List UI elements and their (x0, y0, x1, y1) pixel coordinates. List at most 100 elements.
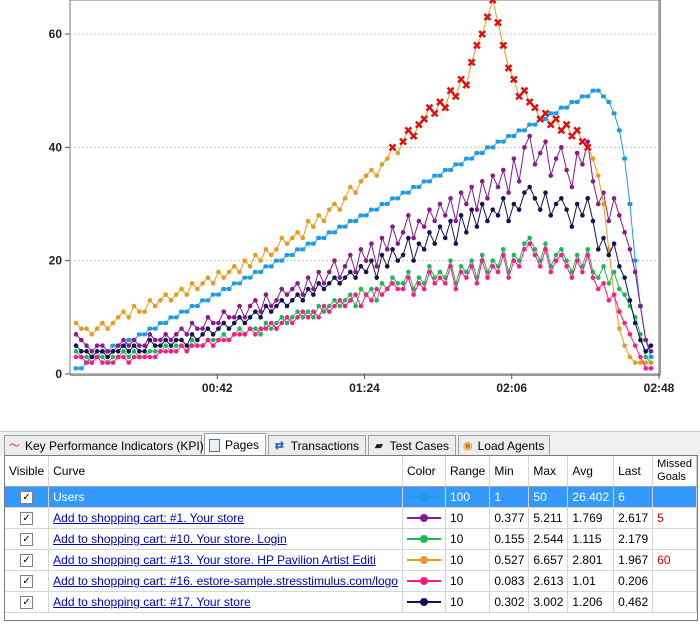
visible-checkbox[interactable]: ✓ (20, 553, 34, 567)
data-point (137, 309, 142, 314)
data-point (427, 230, 432, 235)
data-point (242, 275, 248, 280)
data-point (632, 320, 638, 326)
data-point (284, 315, 290, 320)
col-avg[interactable]: Avg (567, 456, 615, 487)
x-tick-label: 00:42 (202, 381, 233, 395)
color-cell[interactable] (402, 507, 446, 529)
min-cell: 0.377 (489, 507, 530, 529)
visible-checkbox[interactable]: ✓ (20, 595, 34, 609)
data-point (126, 343, 132, 348)
color-cell[interactable] (402, 591, 446, 613)
data-point (242, 320, 248, 326)
curve-link[interactable]: Add to shopping cart: #10. Your store. L… (53, 532, 287, 546)
visible-checkbox[interactable]: ✓ (20, 490, 34, 504)
col-min[interactable]: Min (489, 456, 530, 487)
tab-pages[interactable]: Pages (204, 433, 266, 456)
data-point (126, 315, 132, 320)
tab-kpi[interactable]: 〜 Key Performance Indicators (KPI) (4, 435, 204, 455)
col-curve[interactable]: Curve (48, 456, 403, 487)
col-range[interactable]: Range (445, 456, 491, 487)
visible-checkbox[interactable]: ✓ (20, 574, 34, 588)
data-point (648, 366, 654, 371)
data-point (432, 173, 438, 178)
curve-link[interactable]: Add to shopping cart: #13. Your store. H… (53, 553, 376, 567)
curve-link[interactable]: Users (53, 490, 84, 504)
tab-load-agents[interactable]: ◉ Load Agents (458, 435, 550, 455)
data-point (226, 269, 232, 275)
data-point (453, 162, 459, 167)
data-point (242, 315, 248, 320)
chart-area: 0 20 40 60 00:42 01:24 02:06 02:48 (0, 0, 700, 420)
color-cell[interactable] (402, 570, 446, 592)
range-cell[interactable]: 10 (445, 591, 491, 613)
data-point (522, 145, 527, 150)
table-row[interactable]: ✓ Add to shopping cart: #1. Your store 10 0… (5, 507, 697, 529)
data-point (268, 252, 274, 258)
color-cell[interactable] (402, 486, 446, 508)
data-point (78, 326, 84, 331)
range-cell[interactable]: 10 (445, 528, 491, 550)
data-point (495, 213, 501, 218)
data-point (437, 201, 443, 207)
table-row[interactable]: ✓ Users 100 1 50 26.402 6 (5, 486, 697, 508)
data-point (564, 264, 569, 269)
data-point (210, 337, 216, 343)
data-point (353, 303, 358, 309)
data-point (379, 292, 385, 297)
color-cell[interactable] (402, 549, 446, 571)
data-point (464, 201, 469, 207)
tab-test-cases[interactable]: ▰ Test Cases (368, 435, 456, 455)
table-row[interactable]: ✓ Add to shopping cart: #10. Your store. … (5, 528, 697, 550)
visible-checkbox[interactable]: ✓ (20, 532, 34, 546)
data-point (532, 162, 538, 167)
data-point (110, 320, 116, 326)
range-cell[interactable]: 100 (445, 486, 491, 508)
table-row[interactable]: ✓ Add to shopping cart: #13. Your store. … (5, 549, 697, 571)
curve-link[interactable]: Add to shopping cart: #16. estore-sample… (53, 574, 398, 588)
col-last[interactable]: Last (613, 456, 654, 487)
data-point (427, 207, 432, 212)
table-row[interactable]: ✓ Add to shopping cart: #17. Your store 10… (5, 591, 697, 613)
col-visible[interactable]: Visible (5, 456, 50, 487)
data-point (395, 286, 401, 292)
col-color[interactable]: Color (402, 456, 446, 487)
data-point (332, 275, 337, 280)
color-cell[interactable] (402, 528, 446, 550)
swatch-dot (419, 493, 428, 501)
tab-transactions[interactable]: ⇄ Transactions (268, 435, 366, 455)
data-point (179, 337, 184, 343)
range-cell[interactable]: 10 (445, 570, 491, 592)
avg-cell: 26.402 (567, 486, 615, 508)
data-point (158, 337, 163, 343)
data-point (558, 105, 564, 110)
col-max[interactable]: Max (528, 456, 569, 487)
range-cell[interactable]: 10 (445, 549, 491, 571)
data-point (458, 264, 464, 269)
data-point (94, 343, 100, 348)
data-point (163, 343, 168, 348)
visible-cell: ✓ (5, 486, 50, 508)
data-point (305, 315, 311, 320)
page-icon (209, 438, 220, 452)
data-point (595, 88, 601, 93)
data-point (469, 264, 474, 269)
data-point (500, 196, 506, 201)
chart-svg: 0 20 40 60 00:42 01:24 02:06 02:48 (49, 0, 675, 395)
data-point (585, 247, 590, 252)
data-point (590, 179, 596, 184)
data-point (279, 298, 285, 303)
data-point (131, 303, 137, 309)
missed-goals-cell (652, 486, 697, 508)
data-point (179, 309, 185, 314)
curve-link[interactable]: Add to shopping cart: #17. Your store (53, 595, 250, 609)
visible-cell: ✓ (5, 528, 50, 550)
data-point (300, 315, 306, 320)
range-cell[interactable]: 10 (445, 507, 491, 529)
data-point (595, 201, 601, 207)
curve-link[interactable]: Add to shopping cart: #1. Your store (53, 511, 244, 525)
table-row[interactable]: ✓ Add to shopping cart: #16. estore-sampl… (5, 570, 697, 592)
col-missed-goals[interactable]: Missed Goals (652, 456, 697, 487)
data-point (200, 332, 205, 337)
visible-checkbox[interactable]: ✓ (20, 511, 34, 525)
